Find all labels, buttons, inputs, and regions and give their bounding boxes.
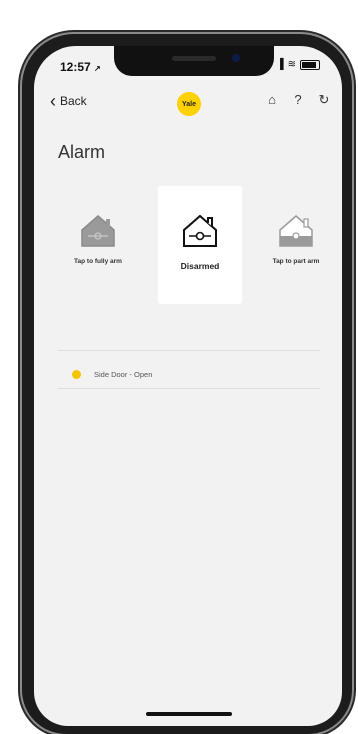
camera	[232, 54, 240, 62]
back-button[interactable]: ‹ Back	[50, 91, 87, 111]
mode-disarmed-label: Disarmed	[180, 261, 220, 271]
house-armed-icon	[81, 215, 115, 247]
house-part-armed-icon	[279, 215, 313, 247]
mode-part-arm-label: Tap to part arm	[272, 258, 320, 265]
help-icon[interactable]: ?	[290, 92, 306, 108]
speaker	[172, 56, 216, 61]
app-screen: 12:57 ↗ ▐ ≋ ‹ Back Yale ⌂ ? ↻ Alarm Tap …	[34, 46, 342, 726]
location-icon: ↗	[94, 64, 101, 73]
alarm-modes: Tap to fully arm Disarmed Tap to part ar…	[34, 186, 342, 306]
status-dot-icon	[72, 370, 81, 379]
notch	[114, 46, 274, 76]
home-icon[interactable]: ⌂	[264, 92, 280, 108]
signal-icon: ▐	[276, 59, 284, 70]
nav-bar: ‹ Back Yale ⌂ ? ↻	[34, 86, 342, 120]
house-disarmed-icon	[183, 214, 217, 247]
sensor-label: Side Door - Open	[94, 370, 153, 379]
mode-full-arm-label: Tap to fully arm	[74, 258, 122, 265]
mode-part-arm-button[interactable]: Tap to part arm	[254, 186, 338, 304]
mode-full-arm-button[interactable]: Tap to fully arm	[56, 186, 140, 304]
chevron-left-icon: ‹	[50, 91, 56, 111]
history-icon[interactable]: ↻	[316, 92, 332, 108]
battery-icon	[300, 59, 320, 70]
mode-disarmed-button[interactable]: Disarmed	[158, 186, 242, 304]
status-time: 12:57 ↗	[60, 60, 101, 74]
yale-logo: Yale	[177, 92, 201, 116]
wifi-icon: ≋	[287, 59, 296, 70]
page-title: Alarm	[58, 142, 106, 162]
divider-bottom	[58, 388, 320, 389]
back-label: Back	[60, 94, 87, 108]
divider-top	[58, 350, 320, 351]
sensor-row[interactable]: Side Door - Open	[72, 370, 152, 379]
status-time-text: 12:57	[60, 60, 91, 74]
home-indicator[interactable]	[146, 712, 232, 716]
status-icons: ▐ ≋	[277, 59, 320, 70]
nav-icons: ⌂ ? ↻	[264, 92, 332, 108]
